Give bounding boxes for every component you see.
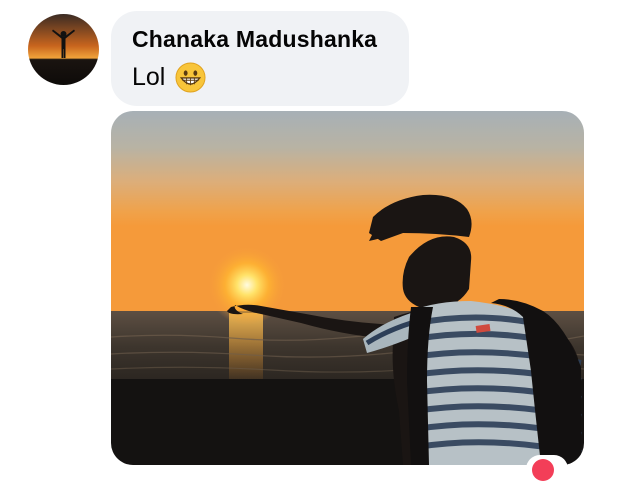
message-bubble[interactable]: Chanaka Madushanka Lol xyxy=(111,11,409,106)
sender-avatar[interactable] xyxy=(28,14,99,85)
message-text-row: Lol xyxy=(132,62,206,93)
shared-photo[interactable] xyxy=(111,111,584,465)
sender-name[interactable]: Chanaka Madushanka xyxy=(132,26,377,53)
grinning-face-emoji-icon xyxy=(175,62,206,93)
message-reaction[interactable] xyxy=(526,455,568,483)
heart-reaction-icon xyxy=(532,459,554,481)
sunset-photo-image xyxy=(111,111,584,465)
silhouette-avatar-image xyxy=(28,14,99,85)
message-text: Lol xyxy=(132,63,166,91)
